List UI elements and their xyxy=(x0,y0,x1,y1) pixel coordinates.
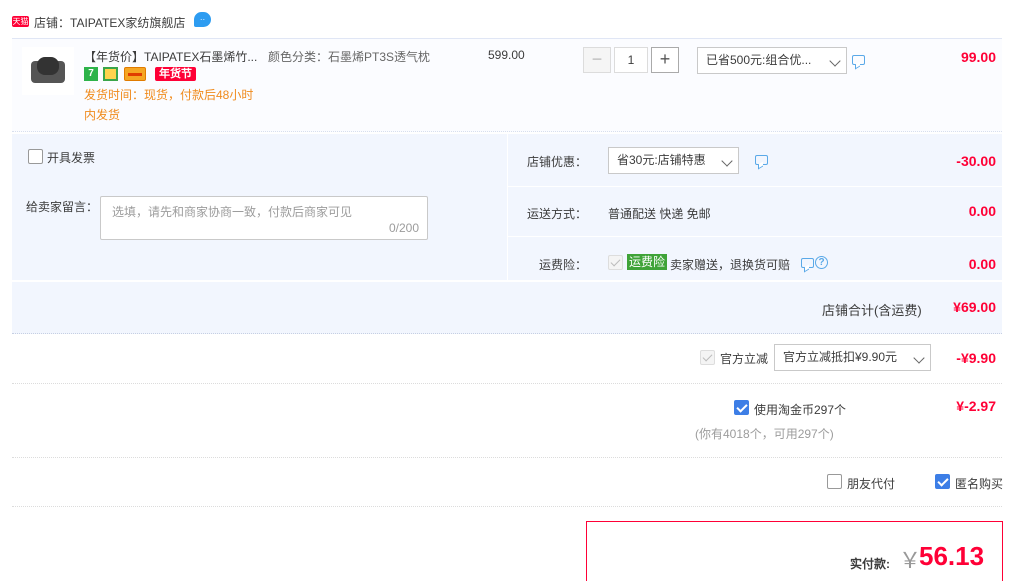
insurance-label: 运费险： xyxy=(538,258,587,272)
subtotal-label: 店铺合计(含运费) xyxy=(822,303,922,318)
comment-icon[interactable] xyxy=(801,258,814,268)
shop-discount-label: 店铺优惠： xyxy=(526,155,587,169)
pay-label: 实付款: xyxy=(850,557,890,571)
chevron-down-icon xyxy=(913,352,925,364)
pay-amount: 56.13 xyxy=(919,541,985,571)
shipping-label: 运送方式： xyxy=(526,207,587,221)
subtotal-value: ¥69.00 xyxy=(953,299,996,315)
invoice-label: 开具发票 xyxy=(47,151,96,165)
insurance-checkbox xyxy=(608,255,623,270)
nianhuojie-badge: 年货节 xyxy=(155,67,196,81)
divider xyxy=(12,457,1002,458)
coins-label: 使用淘金币297个 xyxy=(754,403,847,417)
unit-price: 599.00 xyxy=(488,48,525,62)
seven-day-return-icon: 7 xyxy=(84,67,98,81)
divider xyxy=(507,186,1002,187)
shop-discount-value: -30.00 xyxy=(956,153,996,169)
quantity-input[interactable]: 1 xyxy=(614,47,648,73)
quantity-decrease-button[interactable]: − xyxy=(583,47,611,73)
shop-discount-select-value: 省30元:店铺特惠 xyxy=(617,153,706,167)
friend-pay-checkbox[interactable] xyxy=(827,474,842,489)
item-promo-select-value: 已省500元:组合优... xyxy=(706,53,812,67)
gift-icon xyxy=(103,67,118,81)
official-discount-select[interactable]: 官方立减抵扣¥9.90元 xyxy=(774,344,931,371)
quantity-increase-button[interactable]: + xyxy=(651,47,679,73)
chevron-down-icon xyxy=(829,55,841,67)
help-icon[interactable]: ? xyxy=(815,256,828,269)
coins-value: ¥-2.97 xyxy=(956,398,996,414)
chevron-down-icon xyxy=(721,155,733,167)
ship-time: 发货时间：现货，付款后48小时 xyxy=(84,88,254,102)
comment-icon[interactable] xyxy=(852,55,865,65)
item-promo-select[interactable]: 已省500元:组合优... xyxy=(697,47,847,74)
comment-icon[interactable] xyxy=(755,155,768,165)
insurance-tag: 运费险 xyxy=(627,254,668,270)
anonymous-label: 匿名购买 xyxy=(955,477,1004,491)
invoice-checkbox[interactable] xyxy=(28,149,43,164)
product-sku: 颜色分类：石墨烯PT3S透气枕 xyxy=(268,50,431,64)
shop-discount-select[interactable]: 省30元:店铺特惠 xyxy=(608,147,739,174)
tmall-badge: 天猫 xyxy=(12,16,29,27)
ship-time-cont: 内发货 xyxy=(84,108,121,122)
official-discount-select-value: 官方立减抵扣¥9.90元 xyxy=(783,350,898,364)
coins-checkbox[interactable] xyxy=(734,400,749,415)
message-label: 给卖家留言： xyxy=(26,200,99,214)
official-discount-value: -¥9.90 xyxy=(956,350,996,366)
item-total: 99.00 xyxy=(960,49,996,65)
divider xyxy=(12,383,1002,384)
shipping-method: 普通配送 快递 免邮 xyxy=(608,207,711,221)
friend-pay-label: 朋友代付 xyxy=(847,477,896,491)
product-thumbnail[interactable] xyxy=(22,47,74,95)
official-discount-label: 官方立减 xyxy=(720,352,769,366)
message-counter: 0/200 xyxy=(388,221,419,235)
coins-sub: (你有4018个，可用297个) xyxy=(695,427,834,441)
wangwang-chat-icon[interactable]: ·· xyxy=(194,12,211,27)
seller-message-input[interactable]: 选填，请先和商家协商一致，付款后商家可见 0/200 xyxy=(100,196,428,240)
product-title[interactable]: 【年货价】TAIPATEX石墨烯竹... xyxy=(84,48,257,65)
insurance-text: 卖家赠送，退换货可赔 xyxy=(670,258,791,272)
card-icon xyxy=(124,67,146,81)
anonymous-checkbox[interactable] xyxy=(935,474,950,489)
official-discount-checkbox xyxy=(700,350,715,365)
message-placeholder: 选填，请先和商家协商一致，付款后商家可见 xyxy=(112,205,353,219)
divider xyxy=(12,506,1002,507)
divider xyxy=(507,236,1002,237)
pay-currency: ￥ xyxy=(899,548,922,573)
shop-name[interactable]: 店铺：TAIPATEX家纺旗舰店 xyxy=(34,14,185,31)
shipping-value: 0.00 xyxy=(968,203,996,219)
insurance-value: 0.00 xyxy=(968,256,996,272)
